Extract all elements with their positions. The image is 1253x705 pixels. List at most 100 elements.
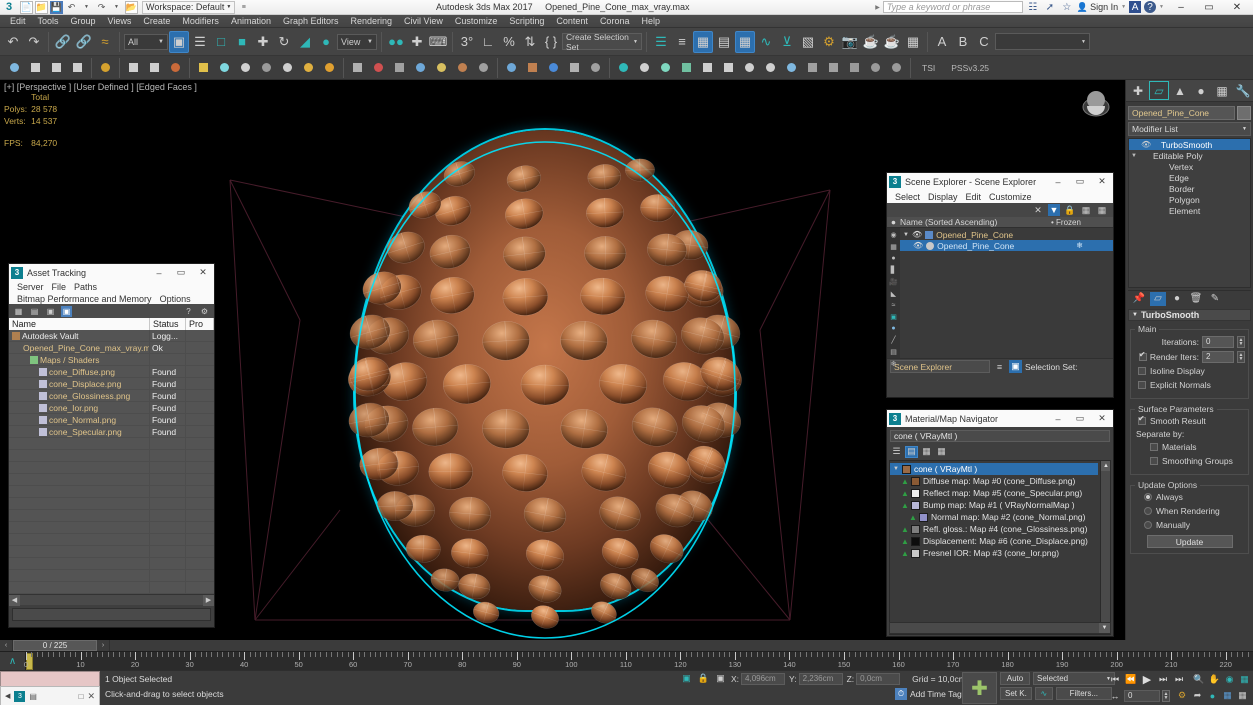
go-to-end-icon[interactable]: ⏭ — [1172, 673, 1186, 686]
maximize-viewport-toggle-icon[interactable]: ▦ — [1236, 689, 1249, 702]
pan-view-icon[interactable]: ✋ — [1208, 673, 1221, 686]
fluid-icon[interactable] — [501, 58, 522, 78]
visibility-eye-icon[interactable]: 👁 — [912, 230, 922, 239]
configure-modifier-sets-icon[interactable]: ✎ — [1207, 292, 1223, 306]
se-column-name[interactable]: Name (Sorted Ascending) — [900, 217, 1051, 227]
play-animation-icon[interactable]: ▶ — [1140, 673, 1154, 686]
material-navigator-minimize-button[interactable]: – — [1049, 411, 1067, 427]
vray-scatter-icon[interactable] — [865, 58, 886, 78]
turbosmooth-rollout-header[interactable]: ▼ TurboSmooth — [1128, 309, 1251, 321]
favorites-star-icon[interactable]: ☆ — [1060, 1, 1074, 14]
close-button[interactable]: ✕ — [1223, 0, 1251, 15]
scroll-left-icon[interactable]: ◀ — [9, 595, 20, 606]
reference-coordinate-combo[interactable]: View ▼ — [337, 34, 377, 50]
vray-proxy-icon[interactable] — [95, 58, 116, 78]
object-color-swatch[interactable] — [1237, 106, 1251, 120]
filter-all-icon[interactable]: ◉ — [889, 231, 899, 239]
modifier-stack-item[interactable]: Border — [1129, 183, 1250, 194]
x-value[interactable]: 4,096cm — [741, 673, 785, 685]
vray-displ-icon[interactable] — [823, 58, 844, 78]
keyboard-shortcut-override-button[interactable]: ⌨ — [428, 31, 448, 53]
visibility-eye-icon[interactable]: 👁 — [913, 241, 923, 250]
scene-explorer-tree[interactable]: ◉ ▦ ● ▋ 🎥 ◣ ≈ ▣ ● ╱ ▤ ❄ ▼👁Opened_Pine_Co… — [887, 228, 1113, 358]
light2-icon[interactable] — [235, 58, 256, 78]
explicit-normals-row[interactable]: Explicit Normals — [1138, 379, 1245, 391]
se-lock-icon[interactable]: 🔒 — [1064, 204, 1076, 216]
mesh-icon[interactable] — [389, 58, 410, 78]
vray-mesh-icon[interactable] — [718, 58, 739, 78]
tab-create[interactable]: ✚ — [1128, 81, 1148, 100]
filter-groups-icon[interactable]: ▣ — [889, 313, 899, 321]
tab-motion[interactable]: ● — [1191, 81, 1211, 100]
at-menu-paths[interactable]: Paths — [70, 281, 101, 293]
at-list-view-icon[interactable]: ▤ — [29, 306, 40, 317]
select-link-button[interactable]: 🔗 — [53, 31, 73, 53]
update-manually-radio[interactable] — [1144, 521, 1152, 529]
se-sort-icon[interactable]: ≡ — [993, 360, 1006, 373]
vray-clipper-icon[interactable] — [802, 58, 823, 78]
z-value[interactable]: 0,0cm — [856, 673, 900, 685]
asset-tracking-hscrollbar[interactable]: ◀ ▶ — [9, 594, 214, 605]
pin-stack-icon[interactable]: 📌 — [1131, 292, 1147, 306]
table-row[interactable]: cone_Displace.pngFound — [9, 378, 214, 390]
layer-explorer-button[interactable]: ▦ — [693, 31, 713, 53]
render-iters-spinner[interactable]: ▲▼ — [1237, 351, 1245, 363]
help2-icon[interactable] — [585, 58, 606, 78]
menu-item-rendering[interactable]: Rendering — [345, 15, 399, 28]
array-icon[interactable] — [144, 58, 165, 78]
unlink-button[interactable]: 🔗 — [74, 31, 94, 53]
help-dropdown-icon[interactable]: ▼ — [1159, 4, 1164, 10]
go-to-start-icon[interactable]: ⏮ — [1108, 673, 1122, 686]
se-column-frozen[interactable]: • Frozen — [1051, 218, 1113, 227]
at-menu-bitmap[interactable]: Bitmap Performance and Memory — [13, 293, 156, 305]
scene-explorer-row-list[interactable]: ▼👁Opened_Pine_Cone👁Opened_Pine_Cone❄ — [900, 228, 1113, 251]
se-menu-customize[interactable]: Customize — [985, 191, 1036, 203]
scene-explorer-filter-sidebar[interactable]: ◉ ▦ ● ▋ 🎥 ◣ ≈ ▣ ● ╱ ▤ ❄ — [887, 228, 900, 358]
create-selection-set-input[interactable]: Create Selection Set ▼ — [562, 33, 642, 50]
mm-list-view-icon[interactable]: ☰ — [890, 446, 903, 458]
material-navigator-scrollbar[interactable]: ▲ — [1100, 461, 1110, 634]
filter-shapes-icon[interactable]: ● — [889, 255, 899, 262]
modifier-stack-item[interactable]: ▼Editable Poly — [1129, 150, 1250, 161]
previous-frame-icon[interactable]: ⏪ — [1124, 673, 1138, 686]
hair-icon[interactable] — [347, 58, 368, 78]
iterations-field[interactable]: 0 — [1202, 336, 1234, 348]
menu-item-civil-view[interactable]: Civil View — [398, 15, 449, 28]
material-tree-rows[interactable]: ▼cone ( VRayMtl )▲Diffuse map: Map #0 (c… — [890, 461, 1110, 559]
scene-explorer-column-header[interactable]: ● Name (Sorted Ascending) • Frozen — [887, 217, 1113, 228]
next-frame-icon[interactable]: ⏭ — [1156, 673, 1170, 686]
vray-light-icon[interactable] — [613, 58, 634, 78]
listener-close-icon[interactable]: ✕ — [87, 691, 95, 702]
menu-item-views[interactable]: Views — [102, 15, 138, 28]
menu-item-corona[interactable]: Corona — [594, 15, 636, 28]
menu-item-customize[interactable]: Customize — [449, 15, 504, 28]
render-production-button[interactable]: ☕ — [861, 31, 881, 53]
maximize-viewport-icon[interactable]: ▦ — [1238, 673, 1251, 686]
sun2-icon[interactable] — [319, 58, 340, 78]
timeline-prev-icon[interactable]: ‹ — [0, 640, 13, 651]
table-row[interactable]: Autodesk VaultLogg... — [9, 330, 214, 342]
at-column-status[interactable]: Status — [150, 318, 186, 330]
modifier-stack-item[interactable]: Edge — [1129, 172, 1250, 183]
table-row-empty[interactable] — [9, 450, 214, 462]
light-icon[interactable] — [214, 58, 235, 78]
material-tree-row[interactable]: ▲Diffuse map: Map #0 (cone_Diffuse.png) — [890, 475, 1098, 487]
vray-proxy2-icon[interactable] — [760, 58, 781, 78]
key-curve-icon[interactable]: ∿ — [1035, 687, 1053, 700]
asset-tracking-rows[interactable]: Autodesk VaultLogg...Opened_Pine_Cone_ma… — [9, 330, 214, 438]
iterations-spinner[interactable]: ▲▼ — [1237, 336, 1245, 348]
tab-hierarchy[interactable]: ▲ — [1170, 81, 1190, 100]
at-column-pro[interactable]: Pro — [186, 318, 214, 330]
set-key-button[interactable]: ✚ — [962, 672, 997, 704]
mirror-button[interactable]: ☰ — [651, 31, 671, 53]
align-icon[interactable] — [123, 58, 144, 78]
select-and-rotate-button[interactable]: ↻ — [274, 31, 294, 53]
table-row[interactable]: cone_Glossiness.pngFound — [9, 390, 214, 402]
frame-spinner[interactable]: ▲▼ — [1162, 690, 1170, 702]
table-row-empty[interactable] — [9, 438, 214, 450]
show-end-result-icon[interactable]: ▱ — [1150, 292, 1166, 306]
rectangular-selection-region-button[interactable]: □ — [211, 31, 231, 53]
select-and-manipulate-button[interactable]: ✚ — [407, 31, 427, 53]
update-button[interactable]: Update — [1147, 535, 1233, 548]
workspace-selector[interactable]: Workspace: Default ▼ — [142, 1, 235, 14]
